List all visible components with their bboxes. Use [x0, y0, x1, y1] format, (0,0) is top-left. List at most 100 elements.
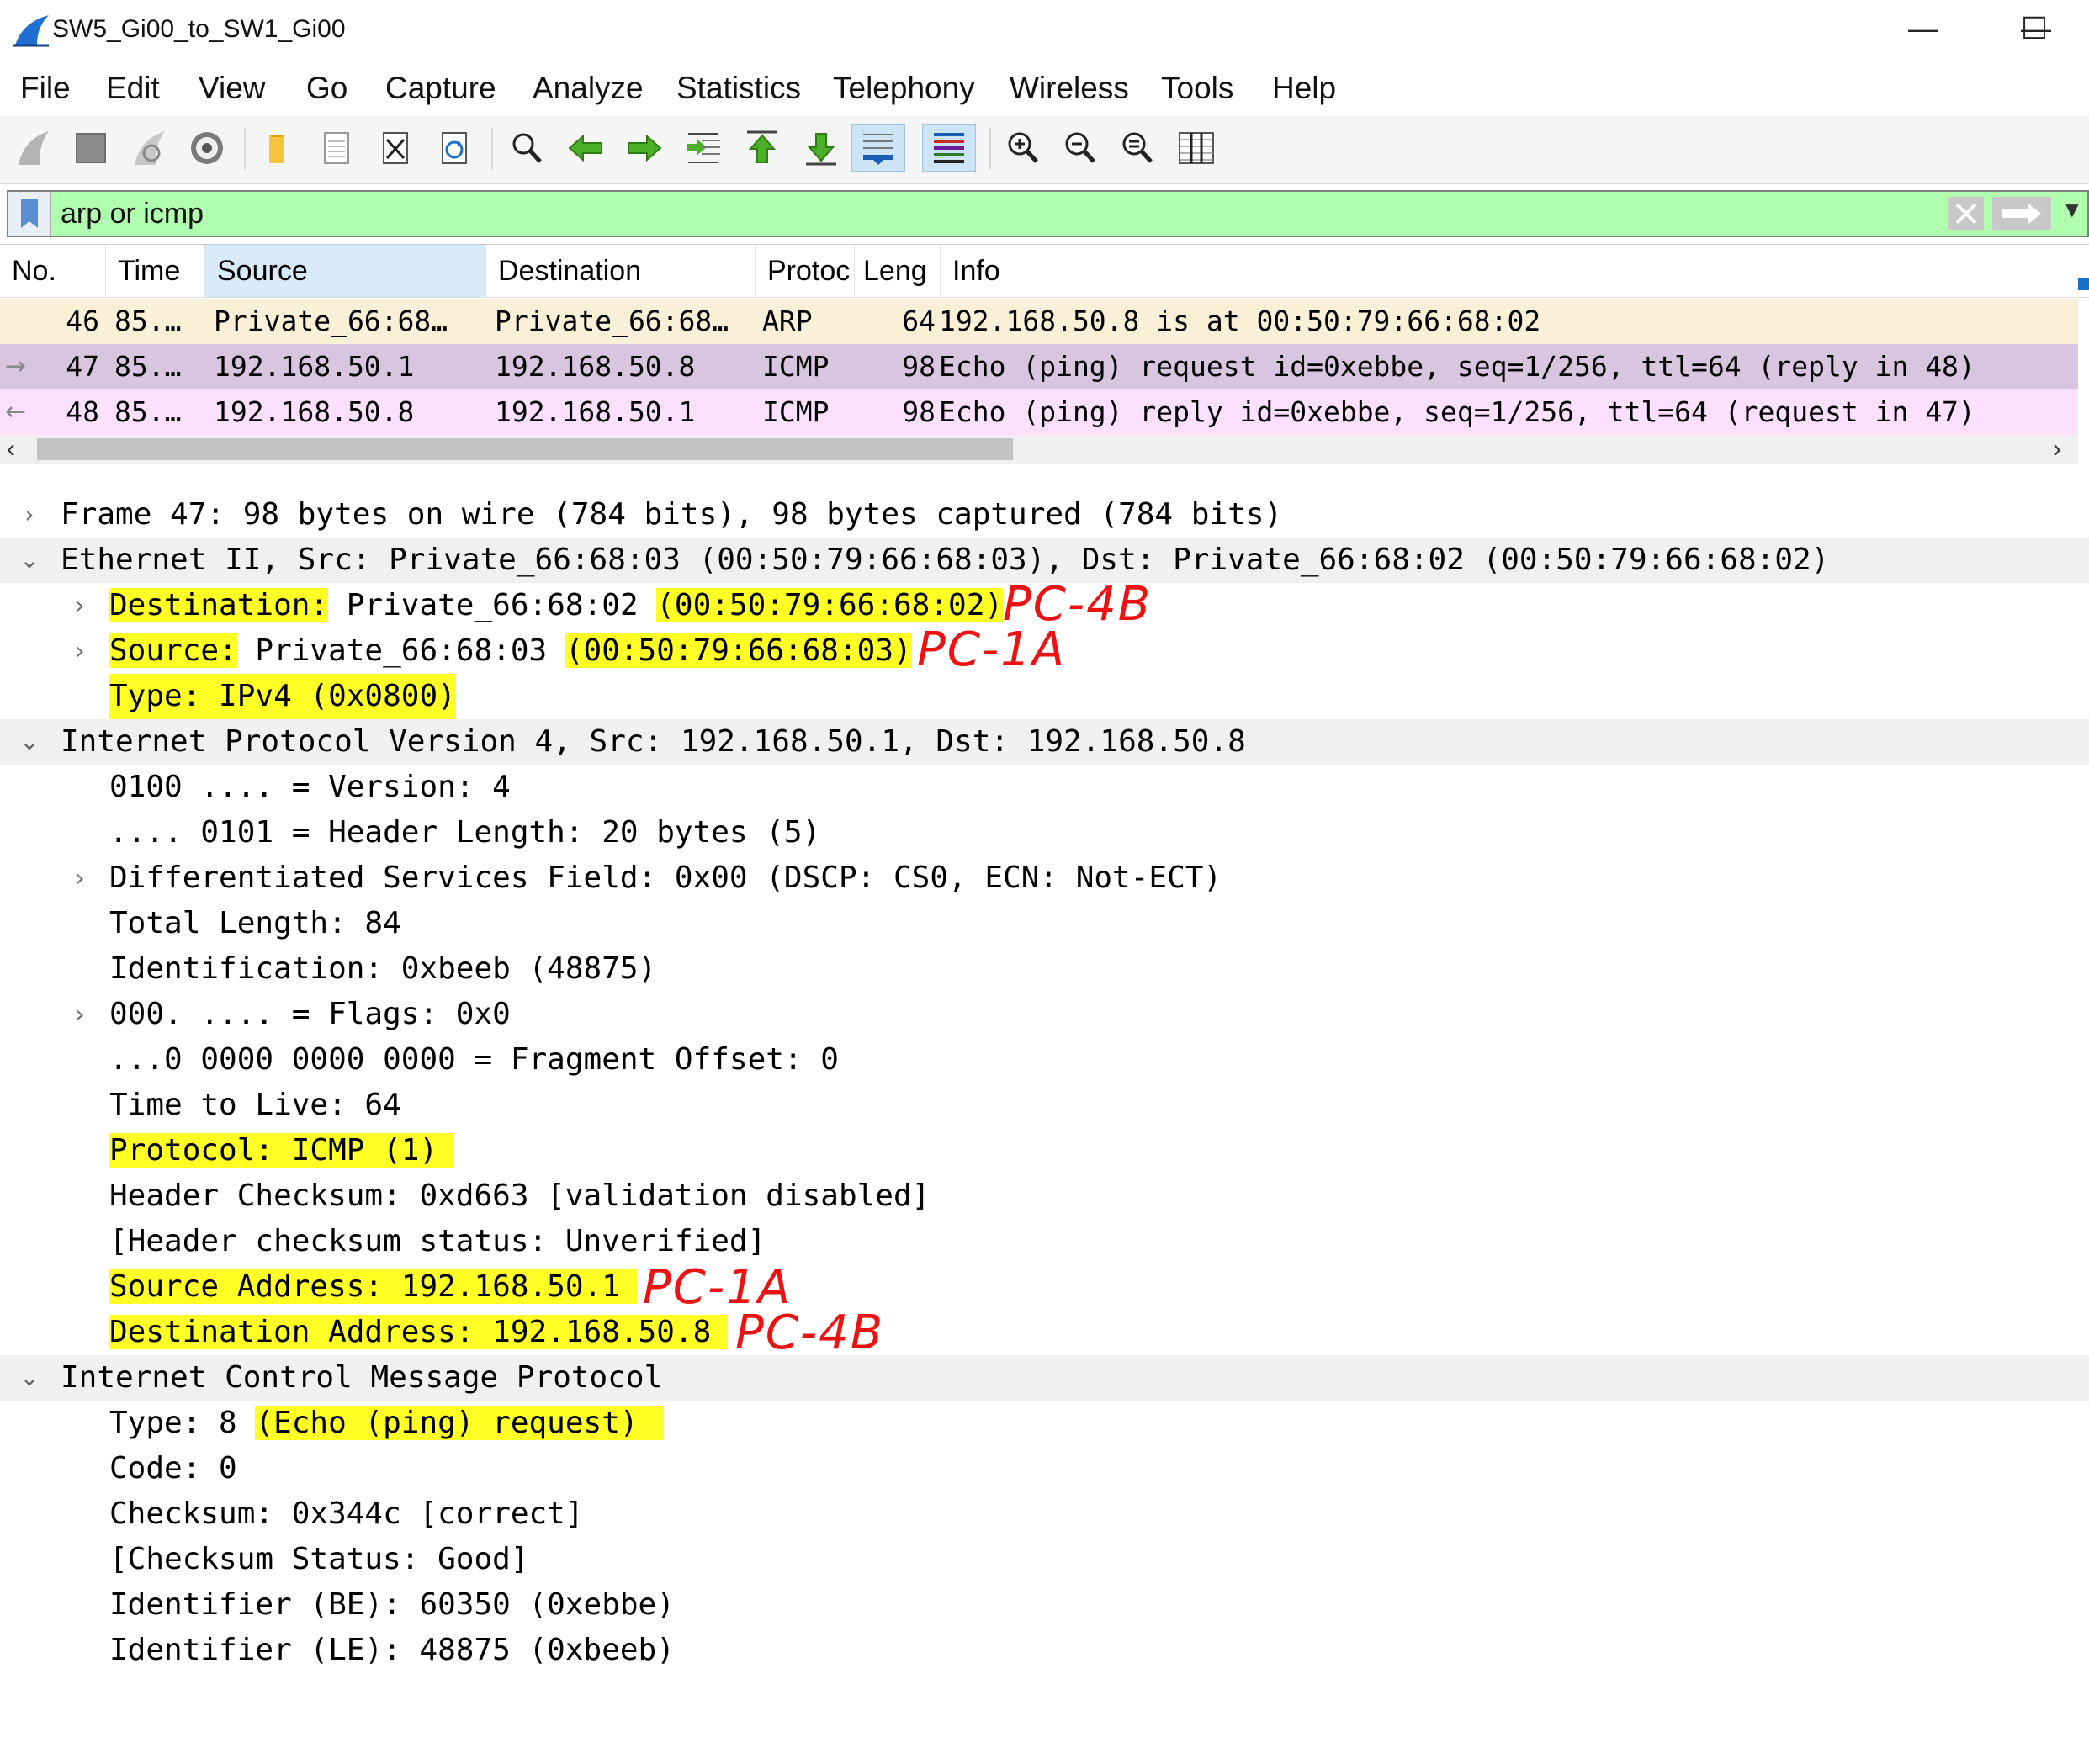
zoom-in-icon[interactable]	[999, 124, 1047, 172]
menu-capture[interactable]: Capture	[385, 71, 496, 106]
tree-ethernet[interactable]: ⌄ Ethernet II, Src: Private_66:68:03 (00…	[0, 538, 2089, 583]
menu-view[interactable]: View	[199, 71, 266, 106]
auto-scroll-icon[interactable]	[851, 124, 905, 172]
stop-capture-icon[interactable]	[67, 124, 114, 172]
tree-icmp-code[interactable]: Code: 0	[0, 1446, 2089, 1491]
scroll-left-icon[interactable]: ‹	[7, 435, 15, 464]
collapse-arrow-icon[interactable]: ⌄	[17, 538, 42, 583]
apply-filter-icon[interactable]	[1992, 197, 2051, 230]
go-back-icon[interactable]	[562, 124, 609, 172]
open-file-icon[interactable]	[254, 124, 301, 172]
capture-options-icon[interactable]	[183, 124, 231, 172]
display-filter-input[interactable]: arp or icmp	[61, 198, 204, 230]
packet-row[interactable]: 47 85.… 192.168.50.1 192.168.50.8 ICMP 98 Echo…	[0, 344, 2078, 389]
ip-version: 0100 .... = Version: 4	[109, 770, 511, 804]
start-capture-icon[interactable]	[10, 124, 57, 172]
tree-ip-checksum[interactable]: Header Checksum: 0xd663 [validation disa…	[0, 1173, 2089, 1219]
save-file-icon[interactable]	[313, 124, 360, 172]
ip-total-length: Total Length: 84	[109, 906, 401, 940]
clear-filter-icon[interactable]	[1948, 197, 1984, 230]
tree-icmp[interactable]: ⌄ Internet Control Message Protocol	[0, 1355, 2089, 1401]
tree-ip-dsfield[interactable]: › Differentiated Services Field: 0x00 (D…	[0, 856, 2089, 901]
close-file-icon[interactable]	[372, 124, 419, 172]
ip-fragment-offset: ...0 0000 0000 0000 = Fragment Offset: 0	[109, 1042, 839, 1077]
tree-ip-total-length[interactable]: Total Length: 84	[0, 901, 2089, 946]
tree-ip-ttl[interactable]: Time to Live: 64	[0, 1083, 2089, 1128]
tree-ip-identification[interactable]: Identification: 0xbeeb (48875)	[0, 946, 2089, 992]
tree-ip-destination[interactable]: Destination Address: 192.168.50.8	[0, 1310, 2089, 1355]
collapse-arrow-icon[interactable]: ⌄	[17, 719, 42, 765]
ip-dsfield: Differentiated Services Field: 0x00 (DSC…	[109, 861, 1222, 895]
tree-icmp-type[interactable]: Type: 8 (Echo (ping) request)	[0, 1401, 2089, 1446]
tree-icmp-checksum-status[interactable]: [Checksum Status: Good]	[0, 1537, 2089, 1582]
tree-ip-version[interactable]: 0100 .... = Version: 4	[0, 765, 2089, 810]
packet-cell-src: 192.168.50.1	[214, 350, 415, 383]
maximize-button[interactable]: ☐	[2009, 12, 2060, 45]
filter-history-dropdown-icon[interactable]: ▼	[2061, 197, 2083, 223]
menu-analyze[interactable]: Analyze	[533, 71, 644, 106]
reload-file-icon[interactable]	[431, 124, 478, 172]
column-header-protocol[interactable]: Protoc	[756, 245, 855, 297]
menu-go[interactable]: Go	[306, 71, 347, 106]
restart-capture-icon[interactable]	[126, 124, 173, 172]
tree-icmp-identifier-le[interactable]: Identifier (LE): 48875 (0xbeeb)	[0, 1628, 2089, 1673]
find-packet-icon[interactable]	[503, 124, 550, 172]
column-header-info[interactable]: Info	[941, 245, 2078, 297]
frame-summary: Frame 47: 98 bytes on wire (784 bits), 9…	[61, 497, 1283, 532]
minimize-button-glyph[interactable]: —	[1898, 12, 1948, 45]
icmp-type-value: (Echo (ping) request)	[255, 1406, 664, 1440]
packet-cell-no: 46	[66, 305, 99, 337]
tree-icmp-identifier-be[interactable]: Identifier (BE): 60350 (0xebbe)	[0, 1582, 2089, 1628]
annotation-eth-src: PC-1A	[917, 622, 1067, 677]
go-forward-icon[interactable]	[621, 124, 668, 172]
packet-row[interactable]: 46 85.… Private_66:68… Private_66:68… ARP 64 1…	[0, 299, 2078, 344]
scrollbar-thumb[interactable]	[37, 438, 1013, 460]
normal-size-icon[interactable]	[1114, 124, 1161, 172]
packet-row[interactable]: 48 85.… 192.168.50.8 192.168.50.1 ICMP 98 Echo…	[0, 389, 2078, 435]
go-to-packet-icon[interactable]	[680, 124, 727, 172]
tree-ip-fragment-offset[interactable]: ...0 0000 0000 0000 = Fragment Offset: 0	[0, 1037, 2089, 1083]
tree-ip-checksum-status[interactable]: [Header checksum status: Unverified]	[0, 1219, 2089, 1264]
horizontal-scrollbar[interactable]: ‹ ›	[0, 435, 2078, 464]
icmp-code: Code: 0	[109, 1451, 237, 1486]
column-header-time[interactable]: Time	[106, 245, 205, 297]
packet-cell-len: 98	[902, 395, 936, 428]
collapse-arrow-icon[interactable]: ⌄	[17, 1355, 42, 1401]
expand-arrow-icon[interactable]: ›	[67, 583, 93, 628]
menu-telephony[interactable]: Telephony	[833, 71, 975, 106]
colorize-icon[interactable]	[922, 124, 976, 172]
column-header-length[interactable]: Leng	[855, 245, 941, 297]
resize-columns-icon[interactable]	[1173, 124, 1220, 172]
scroll-right-icon[interactable]: ›	[2053, 435, 2061, 464]
zoom-out-icon[interactable]	[1057, 124, 1104, 172]
last-packet-icon[interactable]	[798, 124, 845, 172]
tree-eth-type[interactable]: Type: IPv4 (0x0800)	[0, 674, 2089, 719]
menu-help[interactable]: Help	[1272, 71, 1336, 106]
tree-ip-flags[interactable]: › 000. .... = Flags: 0x0	[0, 992, 2089, 1037]
expand-arrow-icon[interactable]: ›	[67, 628, 93, 674]
toolbar-separator	[244, 128, 246, 170]
tree-icmp-checksum[interactable]: Checksum: 0x344c [correct]	[0, 1491, 2089, 1537]
tree-frame[interactable]: › Frame 47: 98 bytes on wire (784 bits),…	[0, 492, 2089, 538]
tree-ip-source[interactable]: Source Address: 192.168.50.1	[0, 1264, 2089, 1310]
toolbar-separator	[989, 128, 991, 170]
first-packet-icon[interactable]	[739, 124, 786, 172]
column-header-destination[interactable]: Destination	[486, 245, 756, 297]
menu-wireless[interactable]: Wireless	[1010, 71, 1129, 106]
tree-ipv4[interactable]: ⌄ Internet Protocol Version 4, Src: 192.…	[0, 719, 2089, 765]
column-header-no[interactable]: No.	[0, 245, 106, 297]
menu-statistics[interactable]: Statistics	[676, 71, 801, 106]
expand-arrow-icon[interactable]: ›	[17, 492, 42, 538]
filter-bookmark-icon[interactable]	[8, 192, 51, 236]
packet-cell-info: 192.168.50.8 is at 00:50:79:66:68:02	[939, 305, 1541, 337]
menu-tools[interactable]: Tools	[1161, 71, 1233, 106]
tree-ip-header-length[interactable]: .... 0101 = Header Length: 20 bytes (5)	[0, 810, 2089, 856]
menu-file[interactable]: File	[20, 71, 71, 106]
column-header-source[interactable]: Source	[205, 245, 486, 297]
expand-arrow-icon[interactable]: ›	[67, 992, 93, 1037]
tree-ip-protocol[interactable]: Protocol: ICMP (1)	[0, 1128, 2089, 1173]
display-filter-bar[interactable]: arp or icmp ▼	[7, 190, 2089, 237]
expand-arrow-icon[interactable]: ›	[67, 856, 93, 901]
ip-checksum: Header Checksum: 0xd663 [validation disa…	[109, 1179, 931, 1213]
menu-edit[interactable]: Edit	[106, 71, 160, 106]
